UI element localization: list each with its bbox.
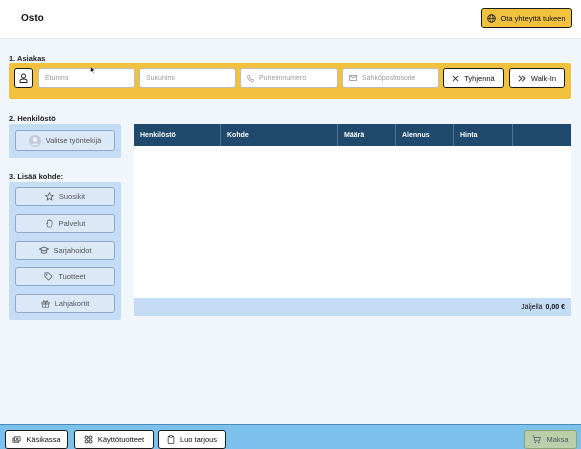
tag-icon bbox=[44, 272, 53, 281]
treatment-series-button[interactable]: Sarjahoidot bbox=[15, 241, 115, 260]
column-header-price: Hinta bbox=[454, 124, 513, 146]
products-button[interactable]: Tuotteet bbox=[15, 267, 115, 286]
grid-icon bbox=[84, 435, 93, 444]
services-button[interactable]: Palvelut bbox=[15, 214, 115, 233]
double-chevron-right-icon bbox=[518, 74, 526, 82]
gift-cards-button[interactable]: Lahjakortit bbox=[15, 294, 115, 313]
customer-search-button[interactable] bbox=[14, 68, 33, 88]
contact-support-button[interactable]: Ota yhteyttä tukeen bbox=[481, 8, 572, 28]
email-icon bbox=[349, 75, 357, 81]
staff-panel: Valitse työntekijä bbox=[9, 124, 121, 158]
phone-icon bbox=[247, 74, 254, 82]
column-header-item: Kohde bbox=[221, 124, 338, 146]
lastname-input[interactable] bbox=[146, 74, 235, 82]
avatar-icon bbox=[28, 134, 41, 147]
cash-register-icon bbox=[12, 436, 21, 444]
phone-field[interactable] bbox=[240, 68, 338, 88]
top-header: Osto Ota yhteyttä tukeen bbox=[0, 0, 581, 39]
cash-drawer-label: Käsikassa bbox=[26, 435, 61, 444]
column-header-discount: Alennus bbox=[396, 124, 454, 146]
column-header-actions bbox=[513, 124, 571, 146]
mouse-cursor-icon bbox=[90, 66, 96, 74]
email-input[interactable] bbox=[362, 74, 438, 82]
table-footer: Jäljellä 0,00 € bbox=[134, 298, 571, 316]
person-icon bbox=[19, 73, 28, 83]
lastname-field[interactable] bbox=[139, 68, 236, 88]
gift-icon bbox=[41, 299, 50, 308]
select-staff-label: Valitse työntekijä bbox=[45, 136, 102, 145]
customer-section-label: 1. Asiakas bbox=[9, 54, 46, 63]
pay-button[interactable]: Maksa bbox=[524, 430, 577, 449]
star-icon bbox=[44, 192, 54, 201]
clear-label: Tyhjennä bbox=[464, 73, 495, 83]
treatment-series-label: Sarjahoidot bbox=[53, 246, 92, 255]
order-table: Henkilöstö Kohde Määrä Alennus Hinta Jäl… bbox=[134, 124, 571, 316]
clear-button[interactable]: Tyhjennä bbox=[443, 68, 504, 88]
email-field[interactable] bbox=[342, 68, 439, 88]
column-header-quantity: Määrä bbox=[338, 124, 396, 146]
table-header: Henkilöstö Kohde Määrä Alennus Hinta bbox=[134, 124, 571, 146]
create-quote-label: Luo tarjous bbox=[179, 435, 218, 444]
supplies-label: Käyttötuotteet bbox=[97, 435, 145, 444]
select-staff-button[interactable]: Valitse työntekijä bbox=[15, 130, 115, 151]
close-icon bbox=[452, 75, 459, 82]
column-header-staff: Henkilöstö bbox=[134, 124, 221, 146]
favorites-button[interactable]: Suosikit bbox=[15, 187, 115, 206]
bottom-toolbar: Käsikassa Käyttötuotteet Luo tarjous Mak… bbox=[0, 424, 581, 449]
firstname-input[interactable] bbox=[45, 74, 134, 82]
add-item-section-label: 3. Lisää kohde: bbox=[9, 172, 64, 181]
phone-input[interactable] bbox=[259, 74, 337, 82]
staff-section-label: 2. Henkilöstö bbox=[9, 114, 56, 123]
services-label: Palvelut bbox=[58, 219, 86, 228]
products-label: Tuotteet bbox=[58, 272, 86, 281]
gift-cards-label: Lahjakortit bbox=[54, 299, 90, 308]
remaining-label: Jäljellä bbox=[521, 303, 543, 311]
remaining-value: 0,00 € bbox=[545, 303, 565, 311]
hand-icon bbox=[45, 219, 54, 228]
globe-icon bbox=[487, 13, 497, 23]
favorites-label: Suosikit bbox=[58, 192, 86, 201]
supplies-button[interactable]: Käyttötuotteet bbox=[74, 430, 154, 449]
walkin-label: Walk-In bbox=[530, 73, 557, 83]
cash-drawer-button[interactable]: Käsikassa bbox=[5, 430, 68, 449]
firstname-field[interactable] bbox=[38, 68, 135, 88]
clipboard-icon bbox=[167, 435, 175, 444]
contact-support-label: Ota yhteyttä tukeen bbox=[500, 13, 566, 23]
add-item-panel: Suosikit Palvelut Sarjahoidot Tuotteet L… bbox=[9, 182, 121, 320]
page-title: Osto bbox=[21, 13, 44, 24]
create-quote-button[interactable]: Luo tarjous bbox=[158, 430, 226, 449]
graduation-cap-icon bbox=[38, 246, 49, 255]
cart-icon bbox=[532, 435, 542, 444]
walkin-button[interactable]: Walk-In bbox=[509, 68, 565, 88]
pay-label: Maksa bbox=[546, 435, 569, 444]
